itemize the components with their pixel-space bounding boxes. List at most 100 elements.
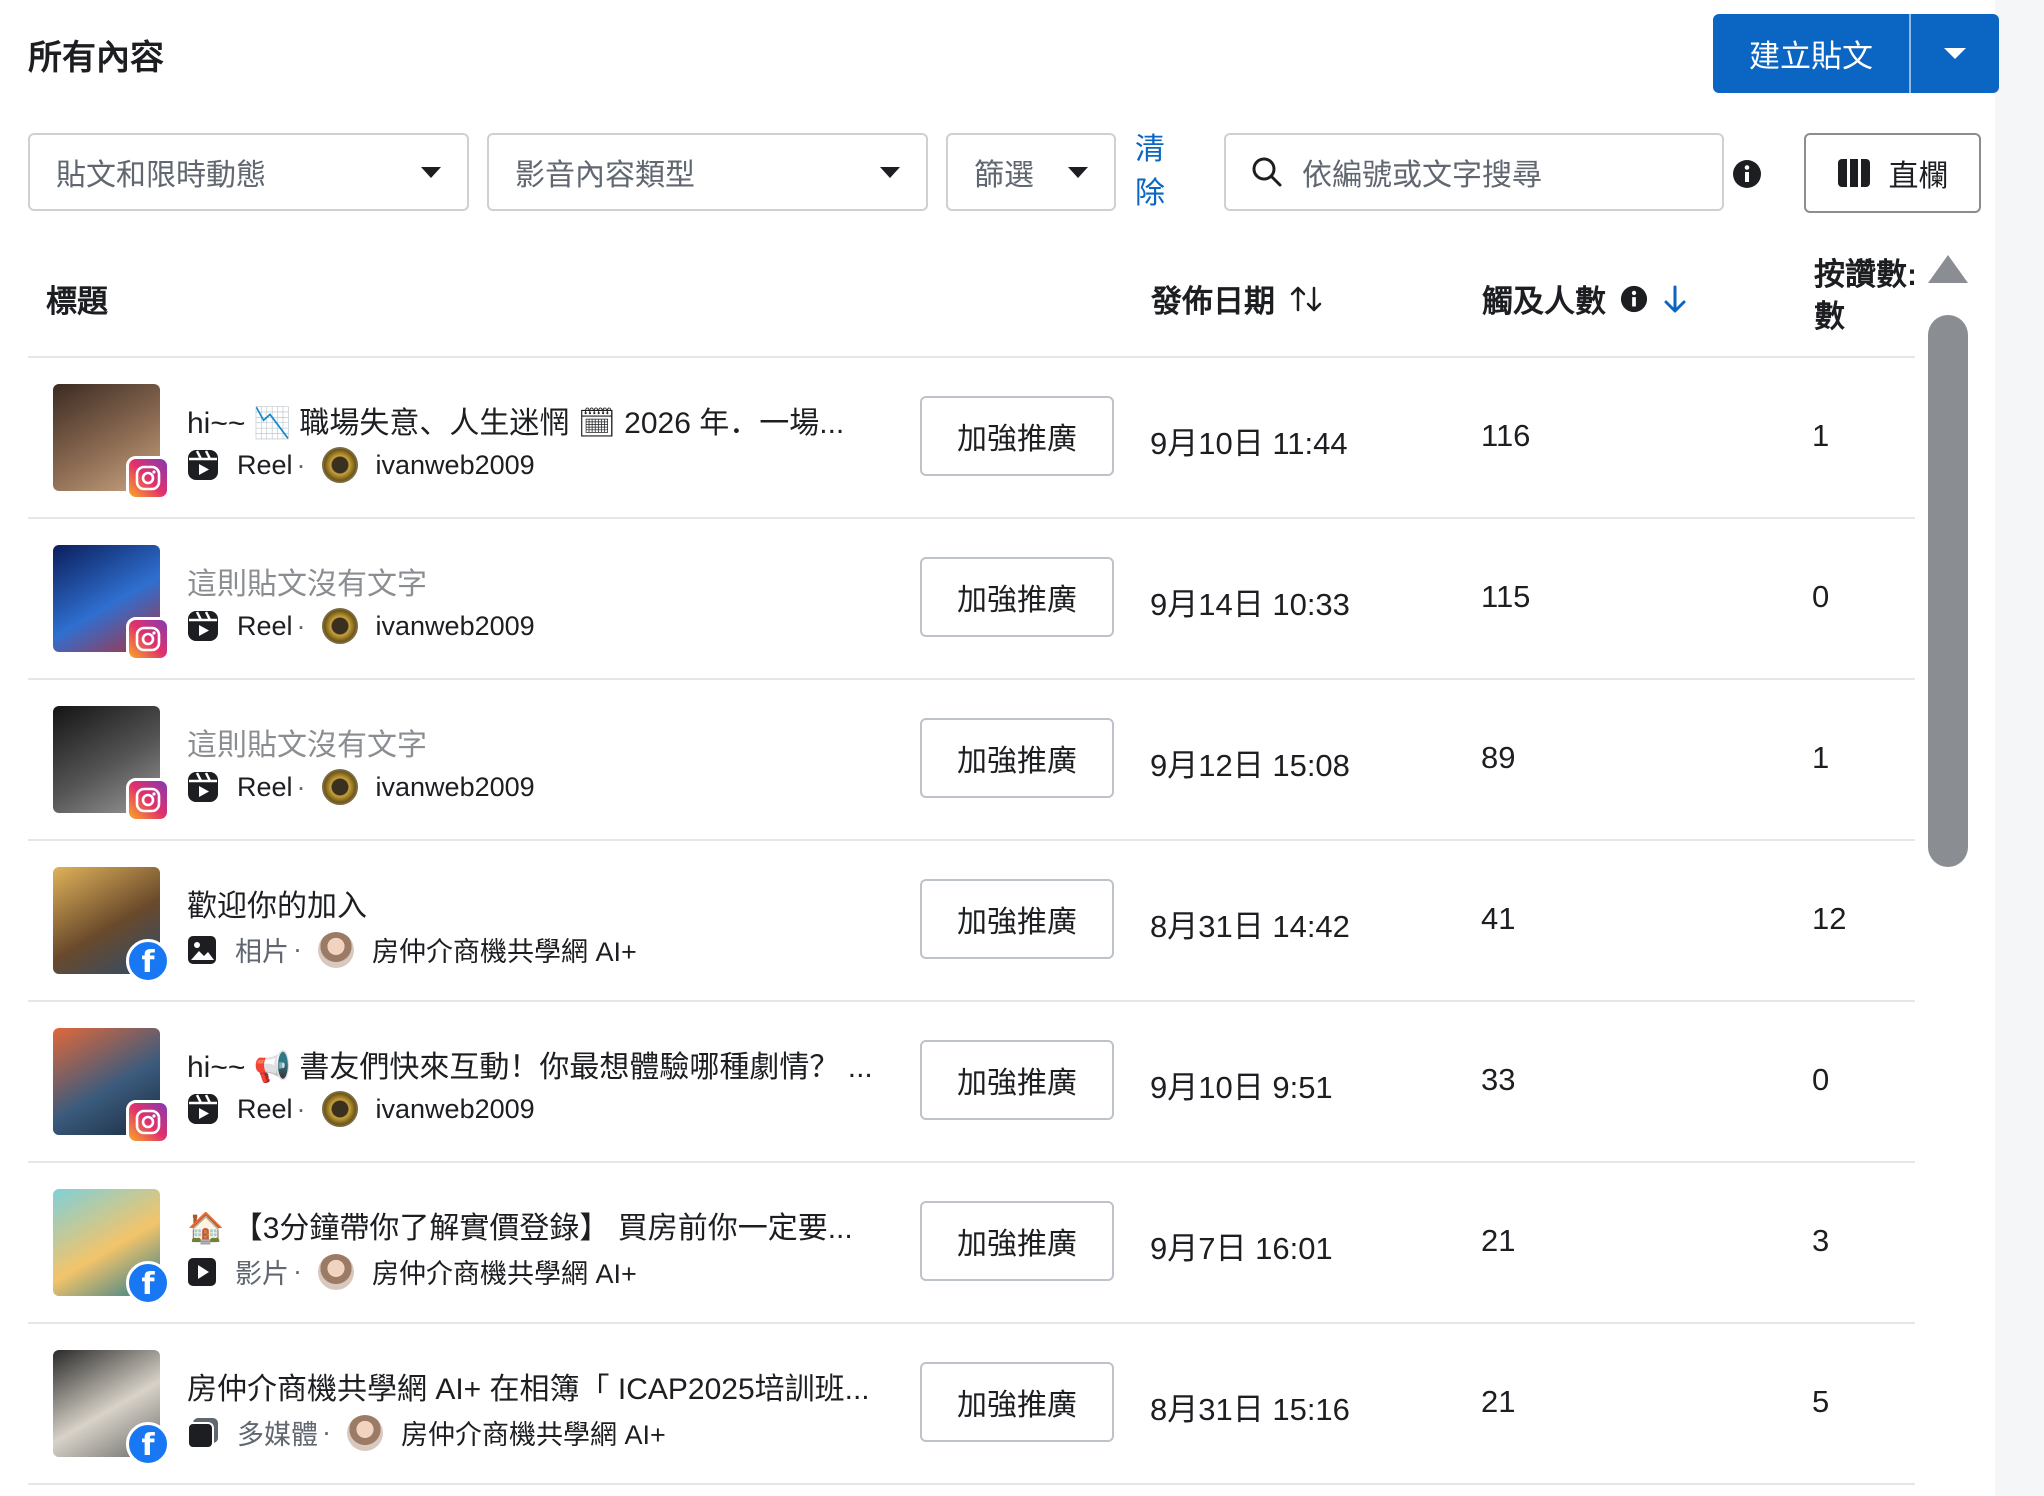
meta-separator: · (322, 1417, 331, 1447)
instagram-icon (126, 778, 170, 822)
publish-date: 9月12日 15:08 (1150, 748, 1350, 783)
boost-button[interactable]: 加強推廣 (920, 1201, 1114, 1281)
sort-icon[interactable] (1289, 284, 1323, 314)
post-meta: Reel · ivanweb2009 (187, 608, 535, 644)
chevron-down-icon (421, 166, 441, 178)
column-header-date[interactable]: 發佈日期 (1151, 276, 1323, 321)
account-name: 房仲介商機共學網 AI+ (372, 937, 637, 967)
meta-separator: · (293, 1256, 302, 1286)
account-name: ivanweb2009 (375, 1093, 535, 1124)
reach-count: 21 (1481, 1384, 1516, 1419)
account-name: ivanweb2009 (375, 610, 535, 641)
create-post-button-group: 建立貼文 (1713, 14, 1999, 93)
post-type-label: 多媒體 (237, 1420, 318, 1450)
avatar (321, 769, 358, 805)
publish-date: 9月10日 9:51 (1150, 1070, 1333, 1105)
post-type-label: 相片 (235, 937, 289, 967)
column-header-title-label: 標題 (46, 284, 108, 319)
publish-date: 9月10日 11:44 (1150, 426, 1348, 461)
column-header-likes-line2: 數 (1814, 299, 1845, 334)
search-icon (1252, 157, 1282, 187)
columns-button-label: 直欄 (1888, 160, 1949, 193)
reach-count: 41 (1481, 901, 1516, 936)
info-icon[interactable] (1620, 285, 1648, 313)
filter-dropdown[interactable]: 篩選 (946, 133, 1116, 211)
facebook-icon: f (126, 1422, 170, 1466)
columns-button[interactable]: 直欄 (1804, 133, 1981, 213)
post-meta: Reel · ivanweb2009 (187, 769, 535, 805)
column-header-reach[interactable]: 觸及人數 (1482, 276, 1688, 321)
avatar (318, 1253, 354, 1290)
post-title[interactable]: 歡迎你的加入 (187, 881, 927, 925)
post-type-label: 影片 (235, 1259, 289, 1289)
reel-icon (188, 450, 218, 480)
facebook-icon: f (126, 939, 170, 983)
sort-descending-icon[interactable] (1662, 284, 1688, 314)
create-post-options-button[interactable] (1911, 14, 1999, 93)
media-type-dropdown[interactable]: 影音內容類型 (487, 133, 928, 211)
post-title[interactable]: 這則貼文沒有文字 (187, 559, 927, 603)
avatar (321, 1091, 358, 1127)
post-meta: Reel · ivanweb2009 (187, 447, 535, 483)
account-name: 房仲介商機共學網 AI+ (401, 1420, 666, 1450)
meta-separator: · (296, 771, 306, 802)
column-header-likes[interactable]: 按讚數: 數 (1814, 254, 1914, 338)
publish-date: 9月14日 10:33 (1150, 587, 1350, 622)
column-header-reach-label: 觸及人數 (1482, 284, 1606, 319)
post-title[interactable]: 🏠 【3分鐘帶你了解實價登錄】 買房前你一定要... (187, 1203, 927, 1247)
post-meta: Reel · ivanweb2009 (187, 1091, 535, 1127)
likes-count: 12 (1812, 901, 1847, 936)
create-post-button[interactable]: 建立貼文 (1713, 14, 1909, 93)
post-title[interactable]: hi~~ 📢 書友們快來互動！你最想體驗哪種劇情？ ... (187, 1042, 927, 1086)
facebook-icon: f (126, 1261, 170, 1305)
chevron-down-icon (1068, 166, 1088, 178)
boost-button[interactable]: 加強推廣 (920, 396, 1114, 476)
post-type-dropdown[interactable]: 貼文和限時動態 (28, 133, 469, 211)
clear-link-line1: 清 (1135, 133, 1165, 166)
likes-count: 1 (1812, 740, 1830, 775)
column-header-date-label: 發佈日期 (1151, 284, 1275, 319)
post-title[interactable]: 這則貼文沒有文字 (187, 720, 927, 764)
reach-count: 89 (1481, 740, 1516, 775)
likes-count: 5 (1812, 1384, 1830, 1419)
avatar (321, 608, 358, 644)
scroll-up-arrow[interactable] (1928, 255, 1968, 283)
page-right-gutter (1995, 0, 2044, 1496)
chevron-down-icon (880, 166, 900, 178)
post-title[interactable]: hi~~ 📉 職場失意、人生迷惘 🗓 2026 年．一場... (187, 398, 927, 442)
info-icon[interactable] (1732, 159, 1762, 189)
table-row[interactable]: f 🏠 【3分鐘帶你了解實價登錄】 買房前你一定要... 影片 · 房仲介商機共學網 A… (28, 1163, 1915, 1324)
table-row[interactable]: f 房仲介商機共學網 AI+ 在相簿「 ICAP2025培訓班... 多媒體 · 房仲介… (28, 1324, 1915, 1485)
post-meta: 相片 · 房仲介商機共學網 AI+ (187, 930, 637, 969)
table-row[interactable]: 這則貼文沒有文字 Reel · ivanweb2009 加強推廣 9月14日 10:33 1… (28, 519, 1915, 680)
avatar (318, 931, 354, 968)
table-row[interactable]: hi~~ 📉 職場失意、人生迷惘 🗓 2026 年．一場... Reel · ivan… (28, 358, 1915, 519)
instagram-icon (126, 456, 170, 500)
table-row[interactable]: 這則貼文沒有文字 Reel · ivanweb2009 加強推廣 9月12日 15:08 8… (28, 680, 1915, 841)
reel-icon (188, 611, 218, 641)
reach-count: 116 (1481, 418, 1531, 453)
table-row[interactable]: hi~~ 📢 書友們快來互動！你最想體驗哪種劇情？ ... Reel · ivanwe… (28, 1002, 1915, 1163)
boost-button[interactable]: 加強推廣 (920, 557, 1114, 637)
instagram-icon (126, 617, 170, 661)
reach-count: 33 (1481, 1062, 1516, 1097)
publish-date: 8月31日 14:42 (1150, 909, 1350, 944)
video-icon (188, 1257, 216, 1286)
search-input[interactable]: 依編號或文字搜尋 (1224, 133, 1724, 211)
meta-separator: · (296, 610, 306, 641)
column-header-title: 標題 (46, 276, 108, 321)
instagram-icon (126, 1100, 170, 1144)
publish-date: 9月7日 16:01 (1150, 1231, 1333, 1266)
boost-button[interactable]: 加強推廣 (920, 1040, 1114, 1120)
meta-separator: · (296, 449, 306, 480)
clear-filters-link[interactable]: 清 除 (1135, 128, 1169, 216)
boost-button[interactable]: 加強推廣 (920, 1362, 1114, 1442)
likes-count: 0 (1812, 1062, 1830, 1097)
scrollbar-thumb[interactable] (1928, 315, 1968, 867)
columns-icon (1837, 159, 1870, 187)
boost-button[interactable]: 加強推廣 (920, 718, 1114, 798)
boost-button[interactable]: 加強推廣 (920, 879, 1114, 959)
account-name: 房仲介商機共學網 AI+ (372, 1259, 637, 1289)
table-row[interactable]: f 歡迎你的加入相片 · 房仲介商機共學網 AI+ 加強推廣 8月31日 14:42 41 1… (28, 841, 1915, 1002)
post-title[interactable]: 房仲介商機共學網 AI+ 在相簿「 ICAP2025培訓班... (187, 1364, 927, 1408)
